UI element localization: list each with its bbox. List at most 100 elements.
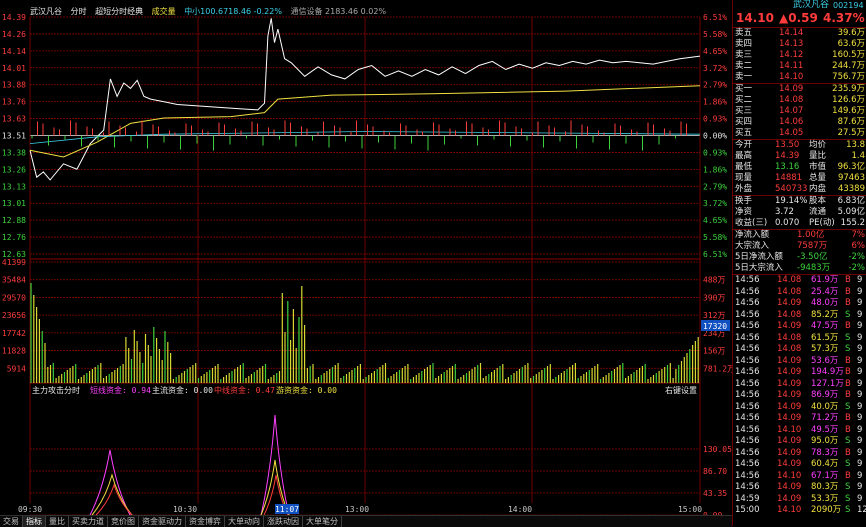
tick-row[interactable]: 14:56 14.09 71.2万 B 9 (733, 413, 866, 424)
buy-level[interactable]: 买二 14.08 126.6万 (733, 95, 866, 106)
flow-row[interactable]: 5日净流入额 -3.50亿 -2% (733, 252, 866, 263)
tick-count: 9 (857, 447, 863, 458)
tick-row[interactable]: 14:56 14.10 49.5万 B 9 (733, 425, 866, 436)
tick-row[interactable]: 14:56 14.09 40.0万 S 9 (733, 402, 866, 413)
indicator-legend-item: 短线资金: 0.94 (90, 385, 151, 395)
tick-time: 14:56 (735, 482, 760, 492)
stat-value: 14881 (775, 173, 803, 183)
stat-row[interactable]: 净资 3.72 流通 5.09亿 (733, 207, 866, 218)
tick-row[interactable]: 14:56 14.09 80.3万 S 9 (733, 482, 866, 493)
volume-tick-label: 29570 (2, 293, 26, 302)
buy-level[interactable]: 买一 14.09 235.9万 (733, 84, 866, 95)
stat-value: 13.8 (846, 140, 865, 150)
tick-row[interactable]: 14:56 14.09 127.1万 B 9 (733, 379, 866, 390)
bottom-tab[interactable]: 大单动向 (225, 516, 264, 527)
stat-row[interactable]: 今开 13.50 均价 13.8 (733, 140, 866, 151)
tick-row[interactable]: 14:56 14.09 78.3万 B 9 (733, 448, 866, 459)
stat-row[interactable]: 外盘 540733 内盘 43389 (733, 184, 866, 195)
flow-pct: -2% (848, 252, 865, 262)
flow-row[interactable]: 净流入额 1.00亿 7% (733, 230, 866, 241)
tick-row[interactable]: 14:56 14.09 47.5万 B 9 (733, 321, 866, 332)
bottom-tab[interactable]: 资金博弈 (186, 516, 225, 527)
bottom-tab[interactable]: 竞价图 (108, 516, 139, 527)
tick-row[interactable]: 14:56 14.09 194.9万 B 9 (733, 367, 866, 378)
book-label: 买五 (735, 128, 753, 138)
volume-right-label: 781.2万 (703, 364, 732, 373)
tick-row[interactable]: 14:56 14.08 61.9万 B 9 (733, 275, 866, 286)
tick-row[interactable]: 14:56 14.08 25.4万 B 9 (733, 287, 866, 298)
flow-row[interactable]: 5日大宗流入 -9483万 -2% (733, 263, 866, 274)
bottom-tab[interactable]: 资金驱动力 (139, 516, 186, 527)
bottom-tab[interactable]: 量比 (46, 516, 69, 527)
book-price: 14.07 (779, 106, 804, 116)
tick-row[interactable]: 14:59 14.09 53.3万 S 9 (733, 494, 866, 505)
tick-price: 14.08 (777, 275, 802, 285)
bottom-tab[interactable]: 买卖力道 (69, 516, 108, 527)
tick-row[interactable]: 14:56 14.10 67.1万 B 9 (733, 471, 866, 482)
sell-level[interactable]: 卖三 14.12 160.5万 (733, 50, 866, 61)
sell-level[interactable]: 卖四 14.13 63.6万 (733, 39, 866, 50)
tick-volume: 25.4万 (811, 286, 839, 297)
price-pct: 4.37% (823, 11, 865, 25)
stat-row[interactable]: 现量 14881 总量 97463 (733, 173, 866, 184)
tick-row[interactable]: 14:56 14.09 60.4万 S 9 (733, 459, 866, 470)
sell-level[interactable]: 卖二 14.11 244.7万 (733, 61, 866, 72)
tick-row[interactable]: 14:56 14.09 95.0万 S 9 (733, 436, 866, 447)
flow-label: 5日大宗流入 (735, 263, 783, 273)
bottom-tab[interactable]: 交易 (0, 516, 23, 527)
tick-count: 9 (857, 275, 863, 285)
stat-label: 市值 (809, 162, 827, 172)
book-label: 卖四 (735, 39, 753, 49)
stat-value: 13.50 (775, 140, 800, 150)
tick-row[interactable]: 14:56 14.09 53.6万 B 9 (733, 356, 866, 367)
price-change: ▲0.59 (779, 11, 818, 25)
last-price: 14.10 (736, 11, 774, 25)
tick-row[interactable]: 14:56 14.08 61.5万 S 9 (733, 333, 866, 344)
book-volume: 27.5万 (837, 128, 865, 138)
chart-canvas[interactable]: 14.39 6.51% 14.26 5.58% 14.14 4.65% 14.01 3.72%… (0, 0, 735, 520)
chart-indicator[interactable]: 成交量 (152, 7, 176, 16)
volume-right-label: 488万 (703, 276, 725, 285)
tick-price: 14.09 (777, 321, 802, 331)
tick-side: B (845, 286, 851, 297)
stat-row[interactable]: 收益(三) 0.070 PE(动) 155.2 (733, 218, 866, 229)
buy-level[interactable]: 买五 14.05 27.5万 (733, 128, 866, 139)
pct-tick-label: 4.65% (703, 47, 727, 56)
book-price: 14.06 (779, 117, 804, 127)
flow-row[interactable]: 大宗流入 7587万 6% (733, 241, 866, 252)
indicator-tick-label: 86.70 (703, 467, 727, 476)
chart-ref[interactable]: 超短分时经典 (95, 7, 143, 16)
intraday-chart[interactable]: 14.39 6.51% 14.26 5.58% 14.14 4.65% 14.01 3.72%… (0, 0, 735, 520)
sell-level[interactable]: 卖一 14.10 756.7万 (733, 72, 866, 83)
tick-volume: 40.0万 (811, 401, 839, 412)
tick-row[interactable]: 14:56 14.08 85.2万 S 9 (733, 310, 866, 321)
book-label: 卖五 (735, 28, 753, 38)
tick-row[interactable]: 14:56 14.09 48.0万 B 9 (733, 298, 866, 309)
bottom-tab[interactable]: 涨跌动因 (264, 516, 303, 527)
stat-label: 净资 (735, 207, 753, 217)
flow-label: 大宗流入 (735, 241, 770, 251)
stat-row[interactable]: 最低 13.16 市值 96.3亿 (733, 162, 866, 173)
tick-row[interactable]: 15:00 14.10 2090万 S 12 (733, 505, 866, 516)
book-price: 14.14 (779, 28, 804, 38)
book-volume: 244.7万 (832, 61, 865, 71)
buy-level[interactable]: 买四 14.06 87.6万 (733, 117, 866, 128)
price-tick-label: 14.01 (2, 64, 26, 73)
book-label: 买一 (735, 84, 753, 94)
volume-tick-label: 35484 (2, 276, 26, 285)
tick-side: B (845, 367, 851, 377)
tick-row[interactable]: 14:56 14.08 57.3万 S 9 (733, 344, 866, 355)
bottom-tab[interactable]: 指标 (23, 516, 46, 527)
time-tick-label: 10:30 (173, 505, 197, 514)
tick-volume: 48.0万 (811, 298, 839, 308)
stat-row[interactable]: 换手 19.14% 股本 6.83亿 (733, 196, 866, 207)
sell-level[interactable]: 卖五 14.14 39.6万 (733, 28, 866, 39)
indicator-tick-label: 43.35 (703, 489, 727, 498)
book-label: 卖二 (735, 61, 753, 71)
chart-mode[interactable]: 分时 (71, 7, 87, 16)
bottom-tab[interactable]: 大单笔分 (303, 516, 342, 527)
stat-row[interactable]: 最高 14.39 量比 1.4 (733, 151, 866, 162)
tick-row[interactable]: 14:56 14.09 86.9万 B 9 (733, 390, 866, 401)
buy-level[interactable]: 买三 14.07 149.6万 (733, 106, 866, 117)
tick-price: 14.09 (777, 390, 802, 400)
